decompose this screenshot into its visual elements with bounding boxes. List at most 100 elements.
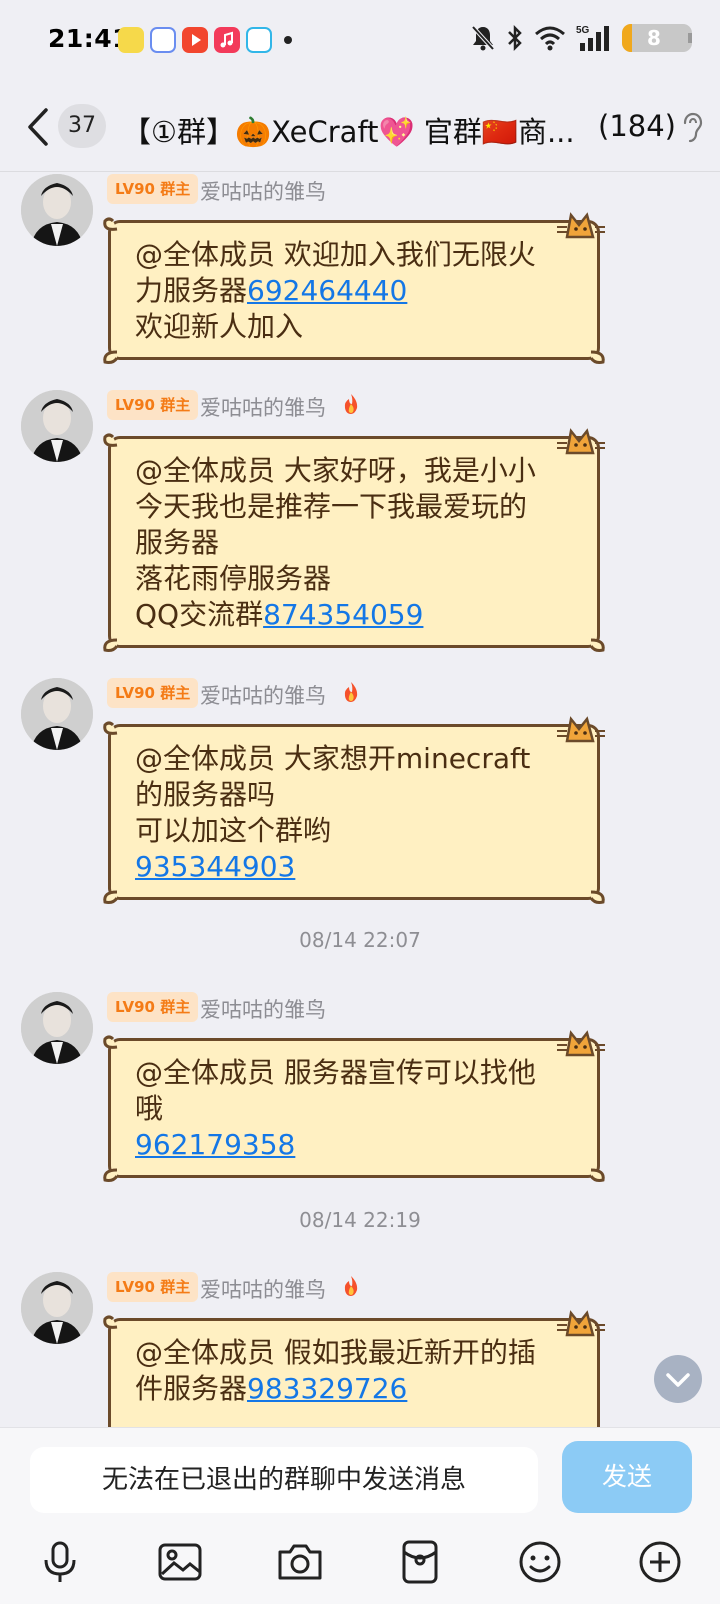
avatar[interactable] — [21, 992, 93, 1064]
emoji-icon[interactable] — [516, 1538, 564, 1586]
message-text: @全体成员 欢迎加入我们无限火 — [135, 238, 536, 271]
bubble-curl-decoration — [103, 638, 119, 652]
message-text: @全体成员 假如我最近新开的插 — [135, 1336, 536, 1369]
scroll-to-bottom-button[interactable] — [654, 1355, 702, 1403]
cat-ears-decoration — [557, 1030, 605, 1057]
message-text-line: QQ交流群874354059 — [135, 597, 577, 633]
message-text: 力服务器 — [135, 274, 248, 307]
avatar[interactable] — [21, 1272, 93, 1344]
image-icon[interactable] — [156, 1538, 204, 1586]
message-text: 件服务器 — [135, 1372, 248, 1405]
message-text: 今天我也是推荐一下我最爱玩的 — [135, 490, 528, 523]
member-count[interactable]: (184) — [598, 109, 676, 143]
bubble-curl-decoration — [589, 638, 605, 652]
bubble-curl-decoration — [589, 890, 605, 904]
cat-ears-decoration — [557, 1310, 605, 1337]
bubble-curl-decoration — [103, 721, 118, 735]
status-bar: 21:41 5G 8 — [0, 0, 720, 82]
qq-group-link[interactable]: 962179358 — [135, 1128, 295, 1161]
qq-group-link[interactable]: 983329726 — [247, 1372, 407, 1405]
level-badge: LV90 群主 — [107, 390, 199, 420]
message-bubble[interactable]: @全体成员 假如我最近新开的插 件服务器983329726 — [103, 1310, 605, 1427]
avatar[interactable] — [21, 174, 93, 246]
user-app-icon — [118, 27, 144, 53]
mute-bell-icon — [471, 25, 495, 51]
battery-indicator: 8 — [622, 24, 692, 52]
plus-icon[interactable] — [636, 1538, 684, 1586]
message-text: 欢迎新人加入 — [135, 310, 304, 343]
cat-ears-decoration — [557, 212, 605, 239]
ai-app-icon — [150, 27, 176, 53]
message-text: QQ交流群 — [135, 598, 264, 631]
message-text-line: 力服务器692464440 — [135, 273, 577, 309]
bubble-curl-decoration — [103, 1168, 119, 1182]
microphone-icon[interactable] — [36, 1538, 84, 1586]
bubble-curl-decoration — [103, 890, 119, 904]
bubble-curl-decoration — [103, 217, 118, 231]
message-text-line: 935344903 — [135, 849, 577, 885]
message-input[interactable]: 无法在已退出的群聊中发送消息 — [30, 1447, 538, 1513]
input-bar: 无法在已退出的群聊中发送消息 发送 — [0, 1427, 720, 1604]
message-text: @全体成员 大家好呀，我是小小 — [135, 454, 536, 487]
message-list[interactable]: LV90 群主 爱咕咕的雏鸟 @全体成员 欢迎加入我们无限火 力服务器69246… — [0, 172, 720, 1427]
level-badge: LV90 群主 — [107, 1272, 199, 1302]
wifi-icon — [535, 26, 565, 51]
flame-icon — [344, 394, 358, 414]
sender-name[interactable]: 爱咕咕的雏鸟 — [200, 176, 326, 206]
message-bubble[interactable]: @全体成员 大家想开minecraft 的服务器吗 可以加这个群哟 935344… — [103, 716, 605, 904]
chat-header: 37 【①群】🎃XeCraft💖 官群🇨🇳商... (184) — [0, 82, 720, 172]
message-bubble[interactable]: @全体成员 服务器宣传可以找他 哦 962179358 — [103, 1030, 605, 1182]
sender-name[interactable]: 爱咕咕的雏鸟 — [200, 994, 326, 1024]
message-text: 的服务器吗 — [135, 778, 276, 811]
svg-text:5G: 5G — [576, 25, 590, 36]
cat-ears-decoration — [557, 716, 605, 743]
avatar[interactable] — [21, 678, 93, 750]
message-text: 可以加这个群哟 — [135, 814, 332, 847]
avatar[interactable] — [21, 390, 93, 462]
flame-icon — [344, 682, 358, 702]
message-text-line: 962179358 — [135, 1127, 577, 1163]
unread-count-badge[interactable]: 37 — [58, 104, 106, 148]
bubble-curl-decoration — [589, 350, 605, 364]
camera-icon[interactable] — [276, 1538, 324, 1586]
group-title[interactable]: 【①群】🎃XeCraft💖 官群🇨🇳商... — [122, 109, 575, 151]
message-text: 哦 — [135, 1092, 164, 1125]
notification-icons — [118, 27, 292, 53]
sender-name[interactable]: 爱咕咕的雏鸟 — [200, 1274, 326, 1304]
message-bubble[interactable]: @全体成员 大家好呀，我是小小 今天我也是推荐一下我最爱玩的 服务器 落花雨停服… — [103, 428, 605, 652]
status-indicators: 5G 8 — [470, 24, 692, 52]
sender-name[interactable]: 爱咕咕的雏鸟 — [200, 392, 326, 422]
level-badge: LV90 群主 — [107, 678, 199, 708]
level-badge: LV90 群主 — [107, 174, 199, 204]
message-bubble[interactable]: @全体成员 欢迎加入我们无限火 力服务器692464440 欢迎新人加入 — [103, 212, 605, 364]
sender-name[interactable]: 爱咕咕的雏鸟 — [200, 680, 326, 710]
message-text: 服务器 — [135, 526, 220, 559]
bubble-curl-decoration — [103, 350, 119, 364]
cat-ears-decoration — [557, 428, 605, 455]
more-notifications-dot — [284, 36, 292, 44]
chevron-down-icon — [666, 1373, 690, 1387]
flame-icon — [344, 1276, 358, 1296]
bluetooth-icon — [508, 24, 522, 52]
music-app-icon — [214, 27, 240, 53]
send-button[interactable]: 发送 — [562, 1441, 692, 1513]
qq-group-link[interactable]: 692464440 — [247, 274, 407, 307]
bubble-curl-decoration — [103, 433, 118, 447]
message-text: @全体成员 服务器宣传可以找他 — [135, 1056, 536, 1089]
back-arrow-icon[interactable] — [22, 106, 56, 148]
level-badge: LV90 群主 — [107, 992, 199, 1022]
input-toolbar — [0, 1528, 720, 1598]
message-text-line: 件服务器983329726 — [135, 1371, 577, 1407]
bubble-curl-decoration — [589, 1168, 605, 1182]
signal-5g-icon: 5G — [576, 25, 609, 51]
message-text: 落花雨停服务器 — [135, 562, 332, 595]
bubble-curl-decoration — [103, 1035, 118, 1049]
message-timestamp: 08/14 22:19 — [299, 1208, 421, 1232]
message-timestamp: 08/14 22:07 — [299, 928, 421, 952]
red-packet-icon[interactable] — [396, 1538, 444, 1586]
ear-icon[interactable] — [680, 112, 704, 144]
qq-group-link[interactable]: 874354059 — [263, 598, 423, 631]
video-app-icon — [182, 27, 208, 53]
qq-group-link[interactable]: 935344903 — [135, 850, 295, 883]
battery-level: 8 — [647, 26, 661, 50]
